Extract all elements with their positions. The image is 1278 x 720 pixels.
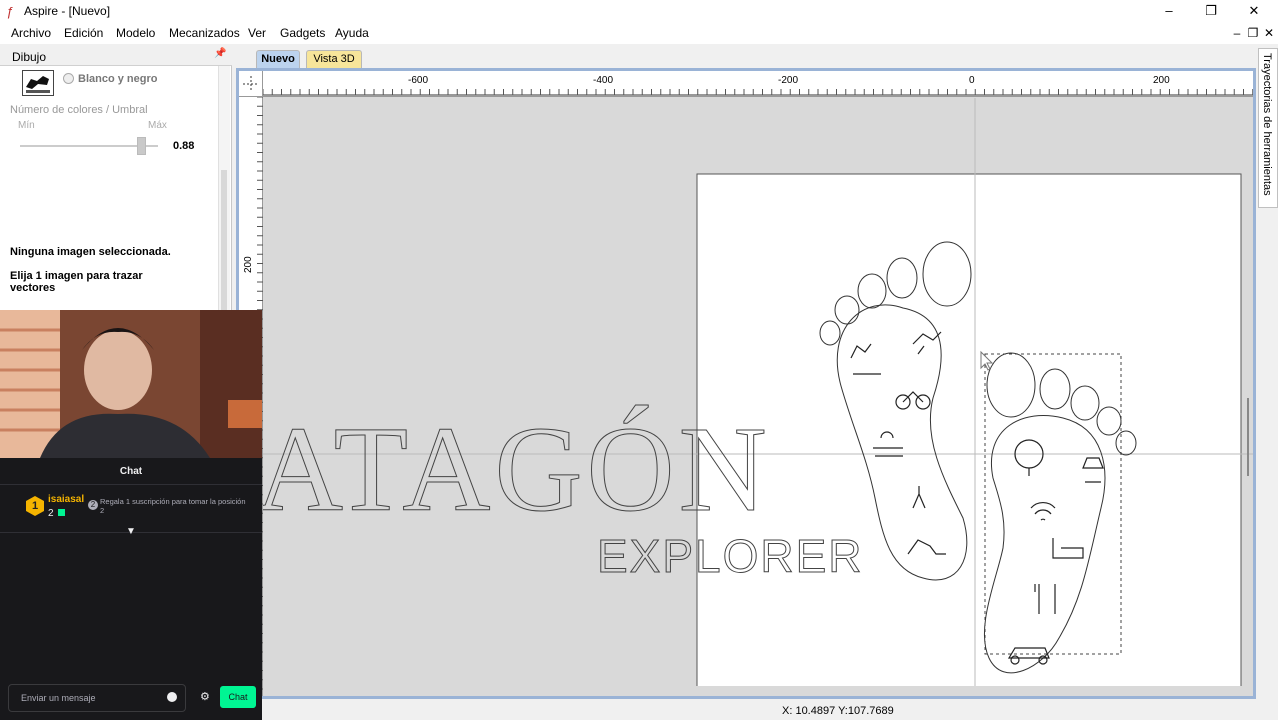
- radio-label: Blanco y negro: [78, 73, 158, 85]
- menu-bar: Archivo Edición Modelo Mecanizados Ver G…: [0, 22, 1278, 44]
- menu-ver[interactable]: Ver: [248, 26, 266, 40]
- title-bar: ƒ Aspire - [Nuevo] – ❐ ✕: [0, 0, 1278, 22]
- window-title: Aspire - [Nuevo]: [24, 4, 111, 18]
- menu-modelo[interactable]: Modelo: [116, 26, 155, 40]
- settings-icon[interactable]: ⚙: [200, 690, 210, 703]
- step-icon: 2: [88, 500, 98, 510]
- menu-mecanizados[interactable]: Mecanizados: [169, 26, 240, 40]
- gift-icon: [58, 509, 65, 516]
- rank-badge-icon: 1: [26, 496, 44, 516]
- no-image-message: Ninguna imagen seleccionada.: [10, 246, 171, 258]
- threshold-slider[interactable]: [20, 137, 158, 155]
- design-title-text: ATAGÓN: [263, 402, 771, 537]
- menu-edicion[interactable]: Edición: [64, 26, 103, 40]
- restore-icon[interactable]: ❐: [1200, 2, 1222, 20]
- mdi-close-icon[interactable]: ✕: [1262, 26, 1276, 40]
- material-sheet: [696, 173, 1242, 695]
- toolpaths-tab[interactable]: Trayectorias de herramientas: [1258, 48, 1278, 208]
- mdi-minimize-icon[interactable]: –: [1230, 26, 1244, 40]
- rank-number: 1: [31, 500, 39, 512]
- emote-icon[interactable]: [167, 692, 177, 702]
- webcam-overlay: [0, 310, 262, 458]
- select-image-message: Elija 1 imagen para trazar vectores: [10, 270, 143, 294]
- chat-divider: [0, 484, 262, 485]
- ruler-label-200: 200: [1153, 75, 1170, 86]
- ruler-label-m200: -200: [778, 75, 798, 86]
- menu-archivo[interactable]: Archivo: [11, 26, 51, 40]
- aspire-app-icon: ƒ: [6, 4, 14, 19]
- mdi-restore-icon[interactable]: ❐: [1246, 26, 1260, 40]
- colors-threshold-label: Número de colores / Umbral: [10, 104, 148, 116]
- menu-gadgets[interactable]: Gadgets: [280, 26, 325, 40]
- ruler-label-m600: -600: [408, 75, 428, 86]
- pin-icon[interactable]: 📌: [214, 48, 226, 59]
- subscription-promo: Regala 1 suscripción para tomar la posic…: [100, 497, 246, 515]
- threshold-value: 0.88: [173, 140, 195, 152]
- trace-bitmap-icon[interactable]: [22, 70, 54, 96]
- 2d-view[interactable]: -600 -400 -200 0 200 200 ATAGÓN EXPLORER: [236, 68, 1256, 699]
- drawing-panel: Dibujo 📌 Blanco y negro Número de colore…: [0, 46, 232, 310]
- chat-input-placeholder: Enviar un mensaje: [21, 693, 96, 703]
- stream-chat: Chat 1 isaiasal 2 2 Regala 1 suscripción…: [0, 458, 262, 720]
- ruler-label-0: 0: [969, 75, 975, 86]
- radio-button-icon[interactable]: [63, 73, 74, 84]
- chat-send-button[interactable]: Chat: [220, 686, 256, 708]
- minimize-icon[interactable]: –: [1158, 2, 1180, 20]
- chat-input[interactable]: Enviar un mensaje: [8, 684, 186, 712]
- slider-thumb[interactable]: [137, 137, 147, 155]
- panel-header: Dibujo 📌: [0, 46, 232, 66]
- ruler-corner: [239, 71, 263, 97]
- slider-max-label: Máx: [148, 120, 167, 131]
- panel-scrollbar[interactable]: [218, 66, 230, 310]
- close-icon[interactable]: ✕: [1243, 2, 1265, 20]
- tab-vista-3d[interactable]: Vista 3D: [306, 50, 362, 68]
- toolpaths-tab-label: Trayectorias de herramientas: [1261, 53, 1273, 196]
- cursor-coordinates: X: 10.4897 Y:107.7689: [782, 705, 894, 717]
- gift-count: 2: [48, 508, 54, 519]
- ruler-label-m400: -400: [593, 75, 613, 86]
- panel-title: Dibujo: [12, 50, 47, 64]
- slider-min-label: Mín: [18, 120, 35, 131]
- design-subtitle-text: EXPLORER: [597, 530, 864, 582]
- chat-header: Chat: [119, 466, 143, 477]
- drawing-canvas[interactable]: ATAGÓN EXPLORER: [255, 98, 1253, 695]
- expand-leaderboard-icon[interactable]: ▼: [126, 526, 136, 537]
- scrollbar-thumb[interactable]: [221, 170, 227, 310]
- menu-ayuda[interactable]: Ayuda: [335, 26, 369, 40]
- ruler-label-v200: 200: [243, 256, 254, 273]
- horizontal-ruler: -600 -400 -200 0 200: [262, 71, 1253, 97]
- tab-nuevo[interactable]: Nuevo: [256, 50, 300, 68]
- chat-username[interactable]: isaiasal: [48, 494, 84, 505]
